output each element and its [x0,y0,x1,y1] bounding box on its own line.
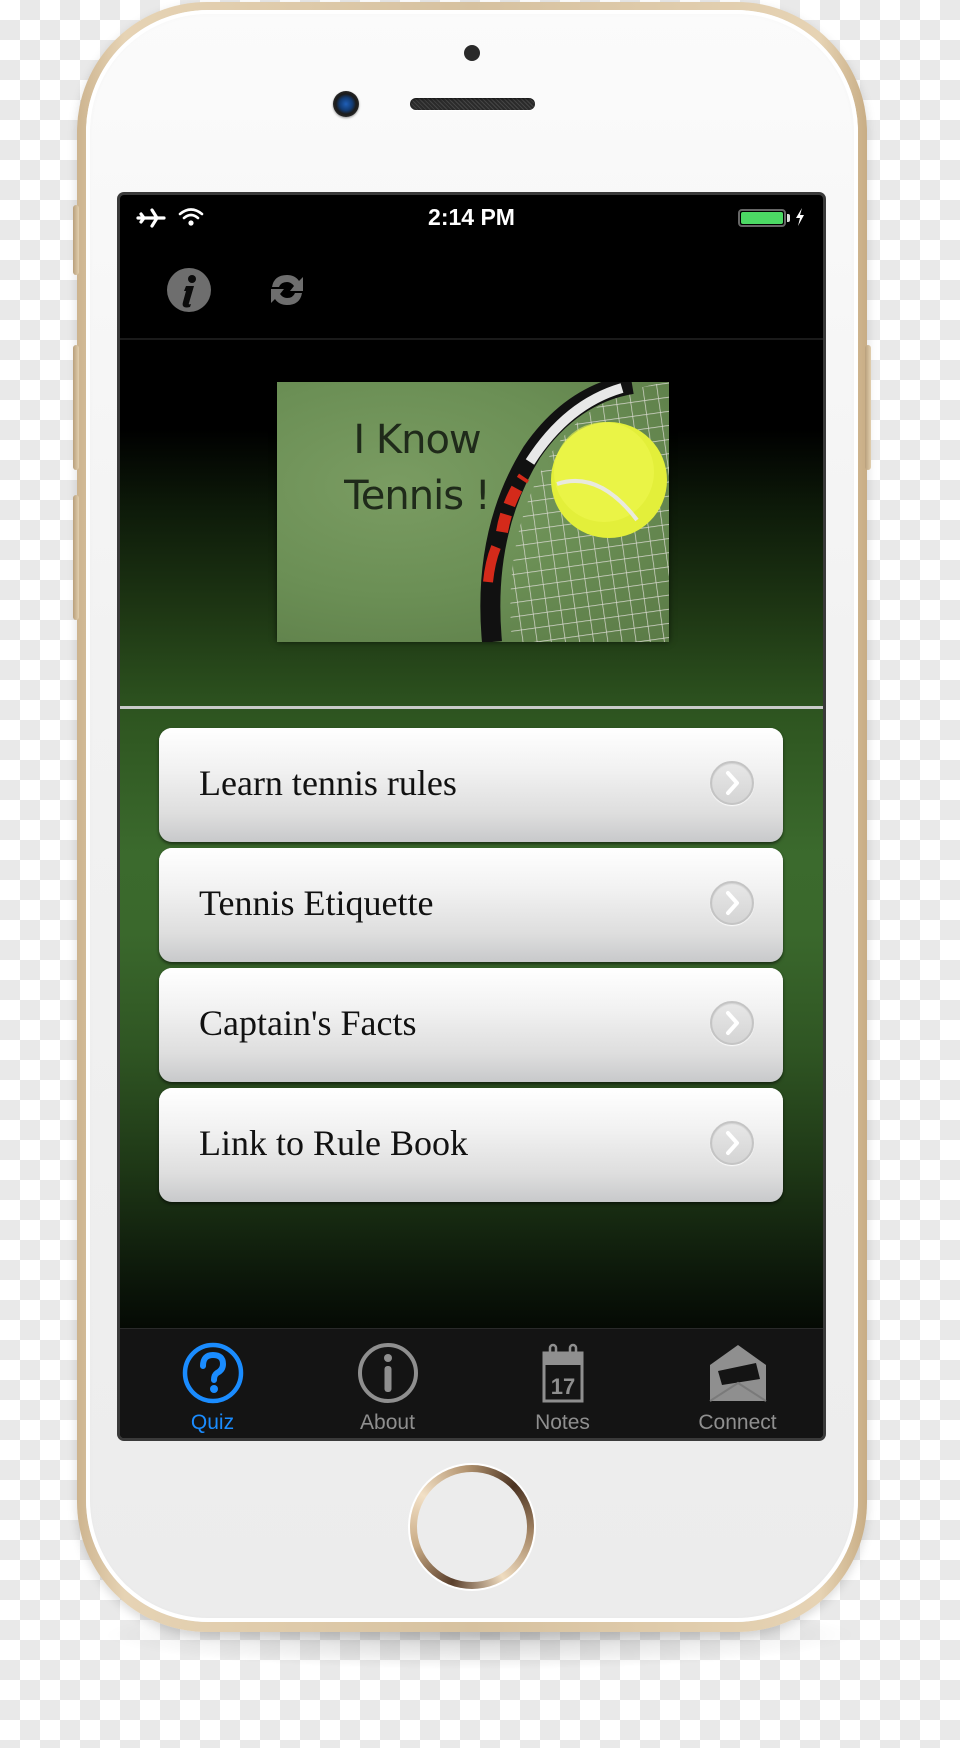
chevron-right-icon [710,1121,754,1165]
tennis-ball-icon [551,422,667,538]
open-envelope-icon [709,1345,767,1402]
nav-bar [120,235,823,340]
main-content: I Know Tennis ! Learn tennis rules Tenni… [120,340,823,1328]
tab-connect[interactable]: Connect [650,1329,823,1438]
chevron-right-icon [710,881,754,925]
battery-fill [741,212,783,224]
menu-button-tennis-etiquette[interactable]: Tennis Etiquette [159,848,783,962]
status-time: 2:14 PM [428,204,515,230]
calendar-icon: 17 [542,1343,584,1403]
refresh-icon [271,275,303,305]
tab-quiz[interactable]: Quiz [125,1329,300,1438]
app-logo-image: I Know Tennis ! [277,382,669,642]
tab-label: Quiz [190,1411,235,1434]
menu-button-learn-tennis-rules[interactable]: Learn tennis rules [159,728,783,842]
menu-button-label: Captain's Facts [199,1003,417,1043]
battery-tip [787,214,790,222]
info-button[interactable] [166,267,212,313]
info-circle-icon [358,1343,418,1403]
menu-button-link-to-rule-book[interactable]: Link to Rule Book [159,1088,783,1202]
mute-switch [73,205,79,275]
volume-down-button [73,495,79,620]
earpiece-speaker [410,98,535,110]
info-icon [167,268,211,312]
proximity-sensor [464,45,480,61]
tab-notes[interactable]: 17 Notes [475,1329,650,1438]
section-divider [120,706,823,709]
calendar-day: 17 [551,1374,575,1399]
power-button [865,345,871,470]
menu-button-captains-facts[interactable]: Captain's Facts [159,968,783,1082]
question-circle-icon [182,1342,244,1404]
volume-up-button [73,345,79,470]
tab-label: About [360,1411,415,1434]
refresh-button[interactable] [264,267,310,313]
home-button[interactable] [410,1465,534,1589]
battery-icon [738,209,786,227]
tab-about[interactable]: About [300,1329,475,1438]
menu-button-label: Tennis Etiquette [199,883,434,923]
tab-bar: Quiz About 17 Notes Connect [120,1328,823,1438]
home-button-face [417,1472,527,1582]
menu-button-label: Link to Rule Book [199,1123,468,1163]
chevron-right-icon [710,761,754,805]
tab-label: Notes [535,1411,590,1434]
menu-button-label: Learn tennis rules [199,763,457,803]
front-camera [333,91,359,117]
tab-label: Connect [698,1411,777,1434]
status-bar: 2:14 PM [120,195,823,235]
charging-bolt-icon [796,208,804,226]
chevron-right-icon [710,1001,754,1045]
app-screen: 2:14 PM I Know Tennis ! Learn tennis rul… [120,195,823,1438]
